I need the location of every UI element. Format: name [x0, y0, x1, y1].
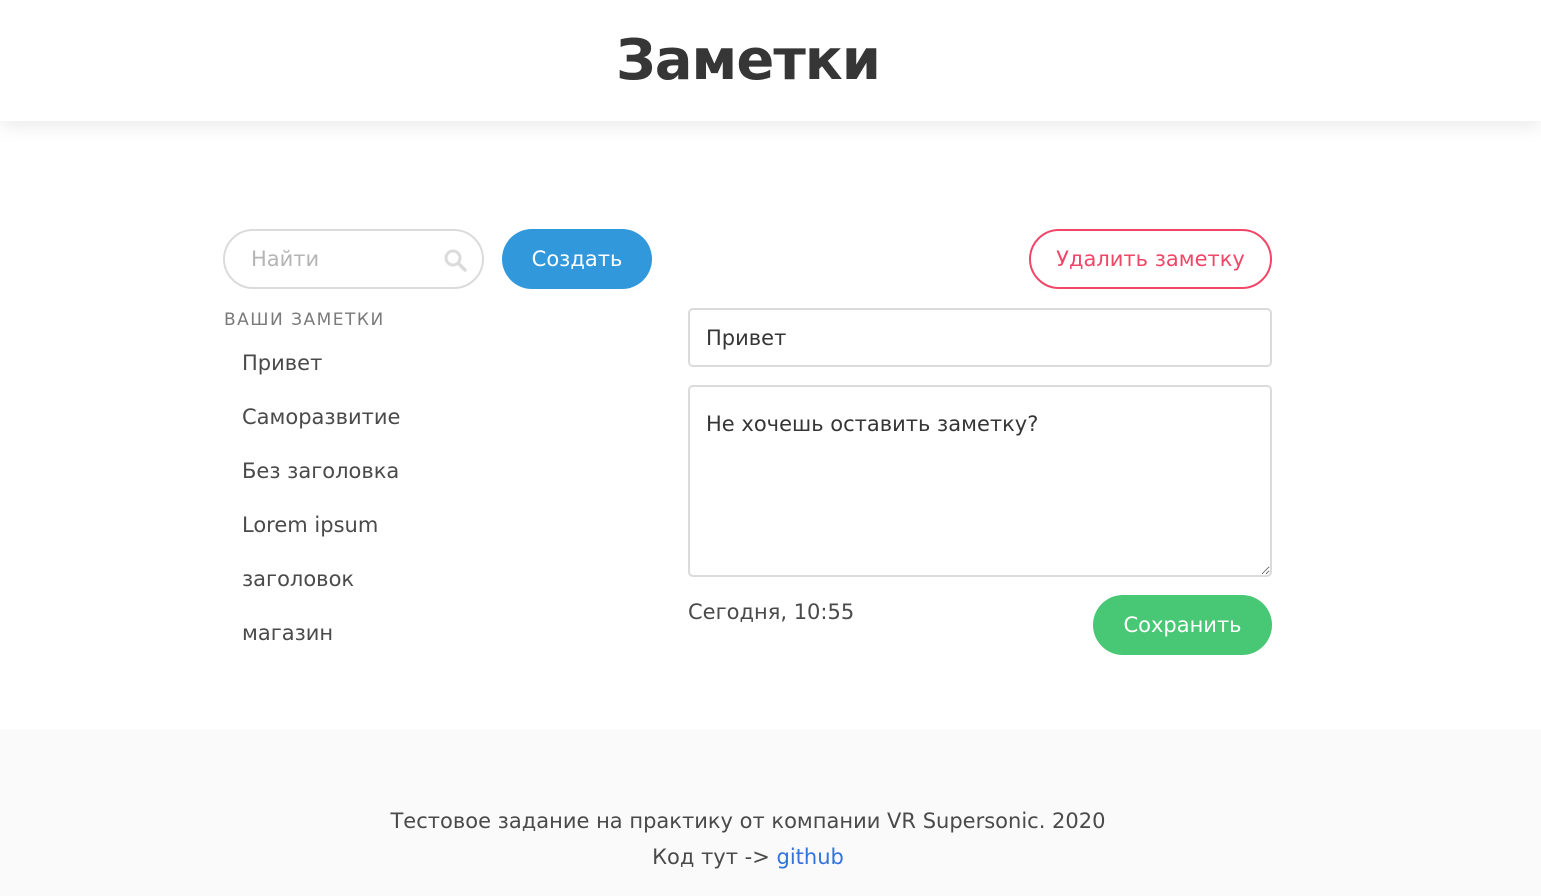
page-footer: Тестовое задание на практику от компании… — [0, 729, 1541, 896]
note-item[interactable]: Привет — [242, 344, 400, 398]
notes-list: Привет Саморазвитие Без заголовка Lorem … — [242, 344, 400, 668]
note-body-textarea[interactable]: Не хочешь оставить заметку? — [688, 385, 1272, 577]
note-title-input[interactable] — [688, 308, 1272, 367]
footer-code-prefix: Код тут -> — [652, 845, 777, 869]
footer-text: Тестовое задание на практику от компании… — [390, 809, 1106, 833]
search-icon[interactable] — [443, 248, 467, 272]
search-box — [223, 229, 484, 289]
notes-section-label: ВАШИ ЗАМЕТКИ — [224, 310, 385, 330]
save-button[interactable]: Сохранить — [1093, 595, 1272, 655]
note-item[interactable]: заголовок — [242, 560, 400, 614]
page-title: Заметки — [615, 28, 881, 93]
github-link[interactable]: github — [777, 845, 844, 869]
note-item[interactable]: магазин — [242, 614, 400, 668]
create-button[interactable]: Создать — [502, 229, 652, 289]
note-item[interactable]: Lorem ipsum — [242, 506, 400, 560]
note-timestamp: Сегодня, 10:55 — [688, 600, 855, 624]
page-header: Заметки — [0, 0, 1541, 121]
note-item[interactable]: Без заголовка — [242, 452, 400, 506]
note-item[interactable]: Саморазвитие — [242, 398, 400, 452]
footer-code-line: Код тут -> github — [0, 845, 1496, 869]
delete-note-button[interactable]: Удалить заметку — [1029, 229, 1272, 289]
